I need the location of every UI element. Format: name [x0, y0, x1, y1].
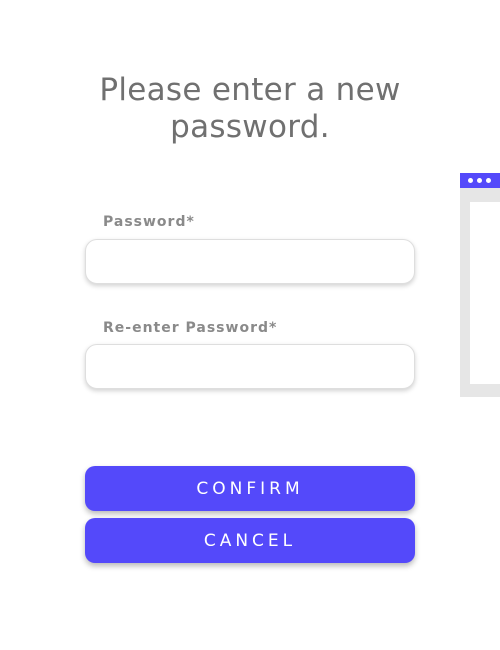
reenter-password-label: Re-enter Password*	[103, 320, 278, 336]
reenter-password-field[interactable]	[85, 344, 415, 389]
window-dots-icon	[477, 178, 482, 183]
password-field[interactable]	[85, 239, 415, 284]
confirm-button[interactable]: CONFIRM	[85, 466, 415, 511]
window-content-area	[470, 202, 500, 384]
window-dots-icon	[486, 178, 491, 183]
page-title-line-2: password.	[170, 109, 330, 145]
cancel-button[interactable]: CANCEL	[85, 518, 415, 563]
window-titlebar	[460, 173, 500, 188]
page-title: Please enter a new password.	[50, 72, 450, 146]
password-label: Password*	[103, 214, 195, 230]
window-dots-icon	[468, 178, 473, 183]
partial-window-frame	[460, 173, 500, 397]
reset-password-screen: Please enter a new password. Password* R…	[0, 0, 500, 650]
page-title-line-1: Please enter a new	[99, 72, 401, 108]
